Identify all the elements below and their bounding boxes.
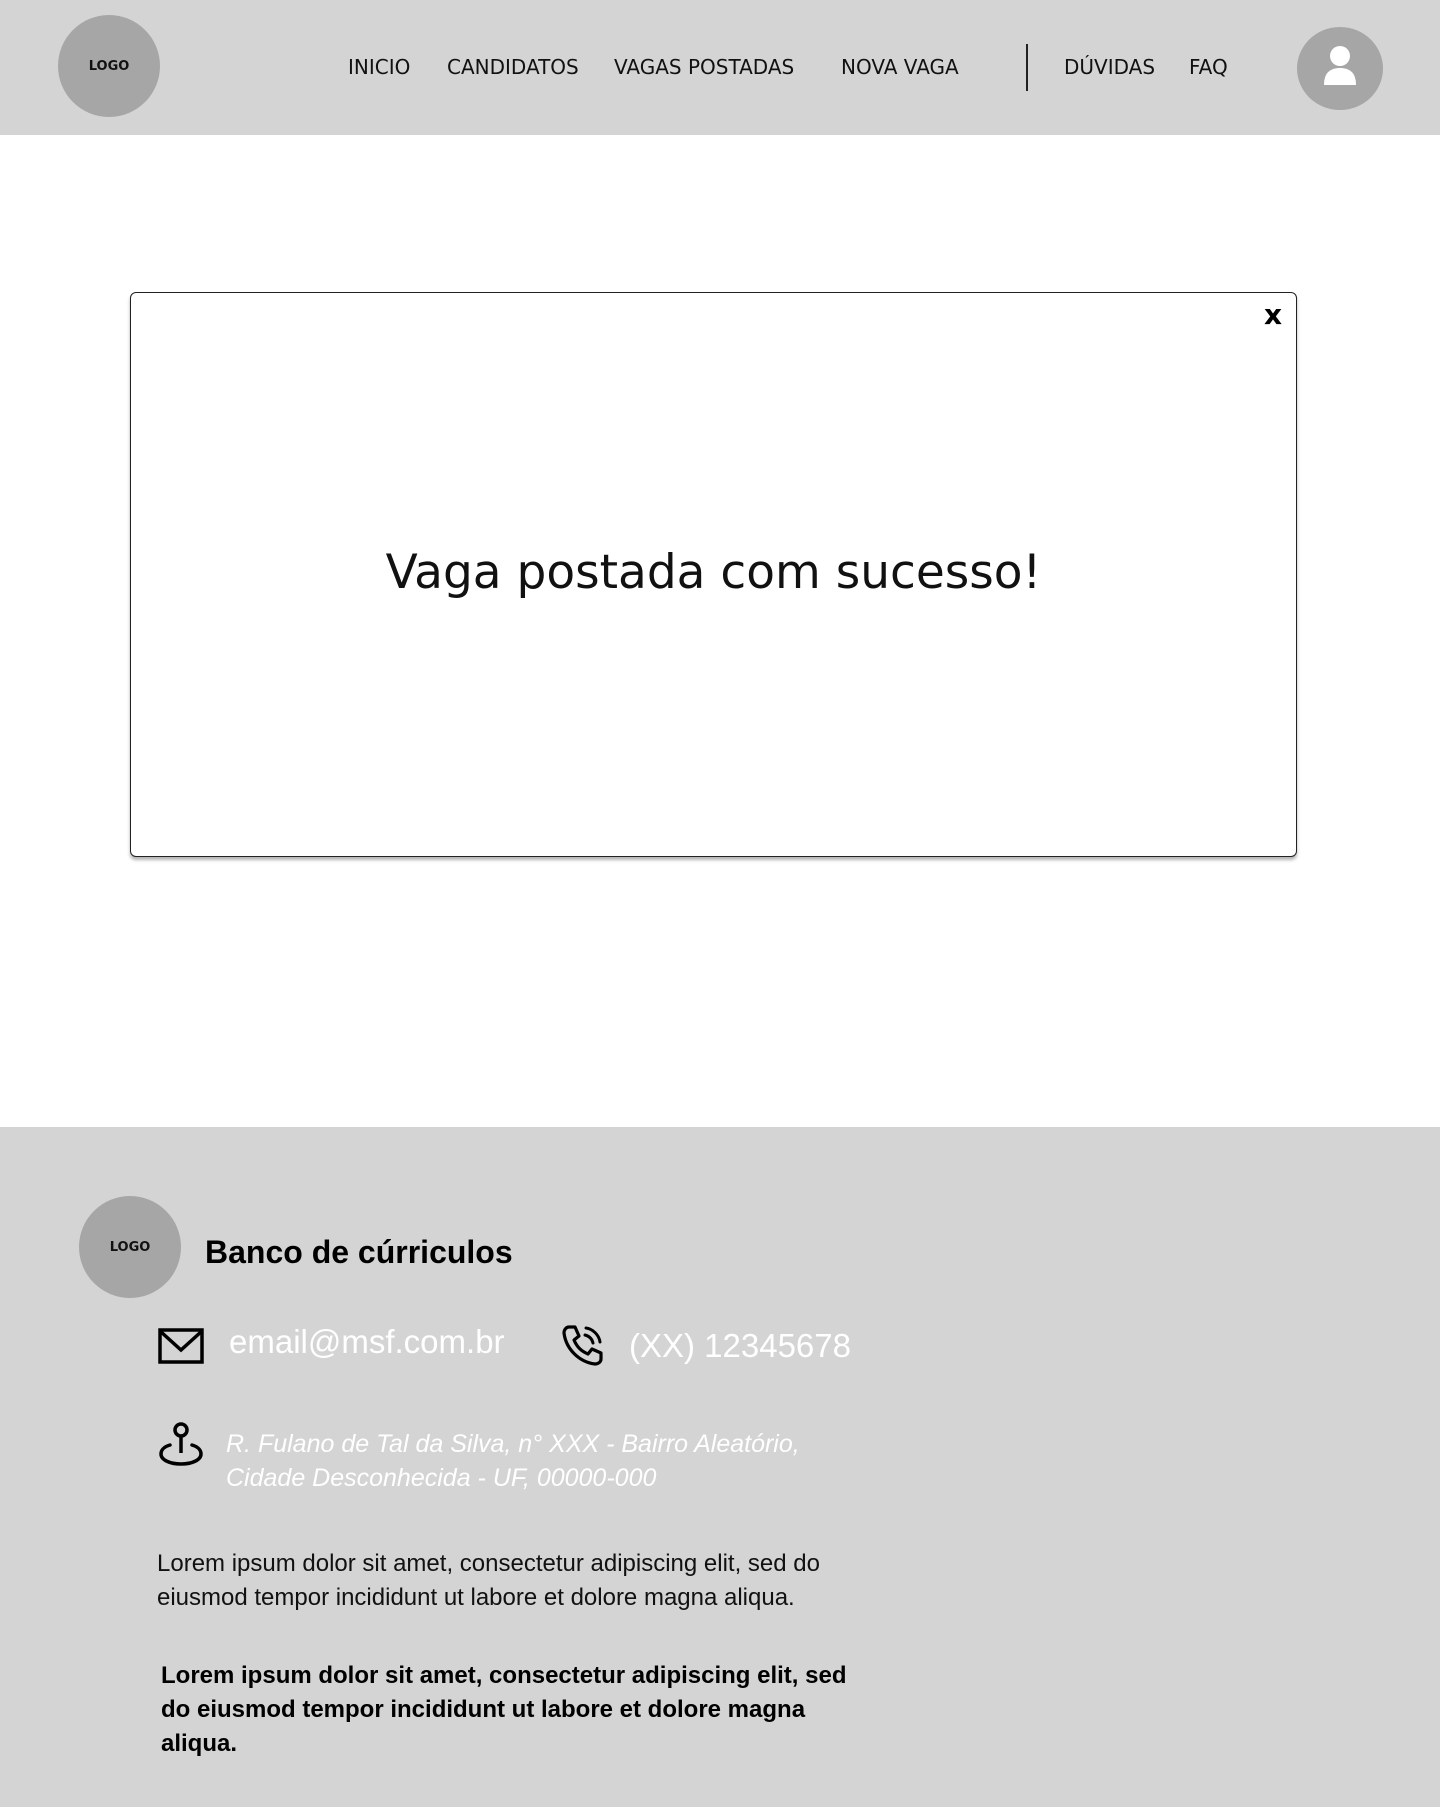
nav-item-inicio[interactable]: INICIO [348, 54, 410, 80]
footer-title: Banco de cúrriculos [205, 1234, 513, 1270]
nav-item-nova-vaga[interactable]: NOVA VAGA [841, 54, 959, 80]
header: LOGO INICIO CANDIDATOS VAGAS POSTADAS NO… [0, 0, 1440, 135]
footer-address: R. Fulano de Tal da Silva, n° XXX - Bair… [226, 1427, 846, 1495]
nav-item-faq[interactable]: FAQ [1189, 54, 1228, 80]
footer-description: Lorem ipsum dolor sit amet, consectetur … [157, 1550, 820, 1611]
footer-email[interactable]: email@msf.com.br [229, 1321, 505, 1363]
footer-description-bold: Lorem ipsum dolor sit amet, consectetur … [161, 1662, 847, 1757]
success-message: Vaga postada com sucesso! [385, 545, 1042, 600]
nav-item-vagas-postadas[interactable]: VAGAS POSTADAS [614, 54, 794, 80]
footer-phone[interactable]: (XX) 12345678 [629, 1325, 851, 1367]
location-pin-icon [159, 1422, 203, 1466]
phone-icon [562, 1325, 603, 1366]
mail-icon [158, 1328, 204, 1364]
address-line-2: Cidade Desconhecida - UF, 00000-000 [226, 1464, 657, 1492]
footer-logo[interactable]: LOGO [79, 1196, 181, 1298]
nav-item-candidatos[interactable]: CANDIDATOS [447, 54, 579, 80]
nav-item-duvidas[interactable]: DÚVIDAS [1064, 54, 1155, 80]
header-logo[interactable]: LOGO [58, 15, 160, 117]
success-modal: x Vaga postada com sucesso! [130, 292, 1297, 857]
user-icon [1324, 46, 1356, 85]
nav-divider [1026, 44, 1028, 91]
address-line-1: R. Fulano de Tal da Silva, n° XXX - Bair… [226, 1430, 800, 1458]
footer: LOGO Banco de cúrriculos email@msf.com.b… [0, 1127, 1440, 1807]
modal-close-button[interactable]: x [1264, 297, 1282, 333]
user-avatar-button[interactable] [1297, 27, 1383, 110]
